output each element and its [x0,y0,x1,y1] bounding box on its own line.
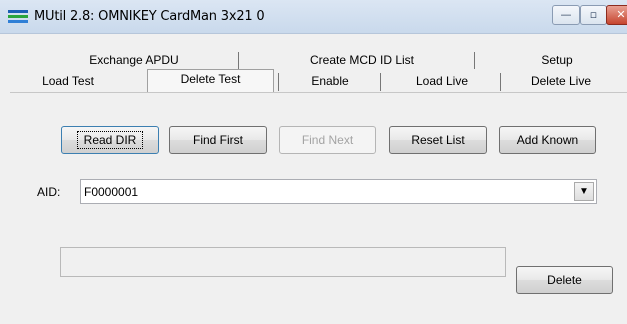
close-button[interactable]: ✕ [606,5,627,25]
title-bar: MUtil 2.8: OMNIKEY CardMan 3x21 0 — ▫ ✕ [0,0,627,34]
window-title: MUtil 2.8: OMNIKEY CardMan 3x21 0 [34,9,265,24]
aid-value: F0000001 [84,185,139,199]
tab-delete-test[interactable]: Delete Test [147,69,274,92]
tab-load-test[interactable]: Load Test [18,72,118,91]
maximize-button[interactable]: ▫ [580,5,607,25]
tab-load-live[interactable]: Load Live [384,72,500,91]
app-icon [8,10,28,24]
tab-panel-border [10,92,627,93]
find-first-button[interactable]: Find First [169,126,267,154]
tab-enable[interactable]: Enable [282,72,378,91]
tab-exchange-apdu[interactable]: Exchange APDU [60,51,208,70]
reset-list-button[interactable]: Reset List [389,126,487,154]
tab-create-mcd-id-list[interactable]: Create MCD ID List [282,51,442,70]
read-dir-label: Read DIR [76,131,144,149]
aid-label: AID: [37,185,61,199]
delete-button[interactable]: Delete [516,266,613,294]
minimize-button[interactable]: — [552,5,580,25]
add-known-button[interactable]: Add Known [499,126,596,154]
tab-separator [238,52,239,69]
find-next-button[interactable]: Find Next [279,126,376,154]
tab-setup[interactable]: Setup [522,51,592,70]
tab-separator [278,73,279,91]
read-dir-button[interactable]: Read DIR [61,126,159,154]
status-field [60,247,506,277]
tab-delete-live[interactable]: Delete Live [504,72,618,91]
tab-separator [500,73,501,91]
tab-separator [380,73,381,91]
aid-combobox[interactable]: F0000001 ▼ [80,179,597,204]
dropdown-arrow-icon[interactable]: ▼ [574,182,594,201]
tab-separator [474,52,475,69]
